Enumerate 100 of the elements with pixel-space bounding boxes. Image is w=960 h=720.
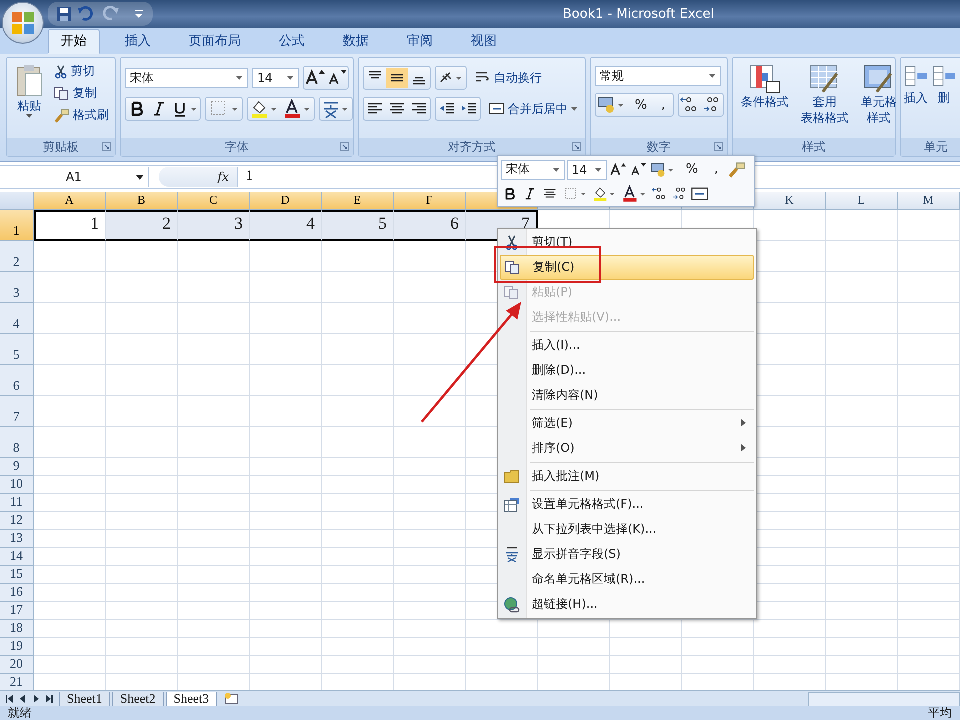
row-header[interactable]: 5: [0, 334, 34, 365]
column-header[interactable]: A: [34, 192, 106, 210]
ribbon-tab[interactable]: 公式: [266, 29, 318, 54]
grid-cell: [106, 602, 178, 620]
row-header[interactable]: 13: [0, 530, 34, 548]
grid-cell: [322, 530, 394, 548]
grid-cell: [178, 494, 250, 512]
styles-button[interactable]: 条件格式: [737, 62, 793, 138]
save-icon[interactable]: [56, 6, 72, 22]
column-header[interactable]: L: [826, 192, 898, 210]
horizontal-scrollbar[interactable]: [808, 692, 960, 706]
row-header[interactable]: 7: [0, 396, 34, 427]
column-header[interactable]: F: [394, 192, 466, 210]
grid-cell: [322, 620, 394, 638]
ribbon-tab[interactable]: 插入: [112, 29, 164, 54]
office-button[interactable]: [2, 2, 44, 44]
cells-button[interactable]: 删: [931, 62, 957, 138]
row-header[interactable]: 10: [0, 476, 34, 494]
wrap-text-button[interactable]: 自动换行: [473, 68, 544, 88]
menu-item[interactable]: 筛选(E): [500, 411, 754, 436]
ribbon-tab[interactable]: 开始: [48, 29, 100, 54]
row-header[interactable]: 3: [0, 272, 34, 303]
cut-button[interactable]: 剪切: [52, 62, 111, 81]
column-header[interactable]: K: [754, 192, 826, 210]
copy-button[interactable]: 复制: [52, 84, 111, 103]
format-painter-button[interactable]: 格式刷: [52, 106, 111, 125]
menu-item[interactable]: 删除(D)...: [500, 358, 754, 383]
grid-cell: [898, 548, 960, 566]
grid-cell: [538, 638, 610, 656]
font-name-dropdown[interactable]: 宋体: [125, 68, 248, 88]
comma-button[interactable]: ,: [707, 162, 726, 177]
percent-button[interactable]: %: [628, 98, 654, 112]
styles-button[interactable]: 套用 表格格式: [797, 62, 853, 138]
caret-icon: [571, 107, 578, 111]
row-header[interactable]: 17: [0, 602, 34, 620]
sheet-tab[interactable]: Sheet1: [59, 692, 110, 706]
row-header[interactable]: 18: [0, 620, 34, 638]
dialog-launcher-icon[interactable]: [572, 142, 581, 151]
font-size-dropdown[interactable]: 14: [252, 68, 299, 88]
font-size-dropdown[interactable]: 14: [567, 160, 607, 180]
sheet-tab[interactable]: Sheet3: [166, 692, 218, 706]
format-cells-icon: [504, 496, 520, 512]
first-sheet-icon[interactable]: [4, 694, 16, 704]
row-header[interactable]: 19: [0, 638, 34, 656]
ribbon-tab[interactable]: 视图: [458, 29, 510, 54]
column-header[interactable]: D: [250, 192, 322, 210]
menu-item[interactable]: 清除内容(N): [500, 383, 754, 408]
percent-button[interactable]: %: [679, 162, 706, 177]
menu-item[interactable]: 复制(C): [500, 255, 754, 280]
align-middle-icon[interactable]: [386, 68, 408, 88]
comma-button[interactable]: ,: [654, 98, 672, 112]
ribbon-tab[interactable]: 审阅: [394, 29, 446, 54]
row-header[interactable]: 8: [0, 427, 34, 458]
menu-item[interactable]: 从下拉列表中选择(K)...: [500, 517, 754, 542]
font-name-dropdown[interactable]: 宋体: [501, 160, 565, 180]
grid-cell: [106, 427, 178, 458]
menu-item[interactable]: 超链接(H)...: [500, 592, 754, 617]
cells-button[interactable]: 插入: [903, 62, 929, 138]
row-header[interactable]: 1: [0, 210, 34, 241]
row-header[interactable]: 15: [0, 566, 34, 584]
menu-item[interactable]: 显示拼音字段(S): [500, 542, 754, 567]
row-header[interactable]: 4: [0, 303, 34, 334]
menu-item[interactable]: 插入(I)...: [500, 333, 754, 358]
format-painter-icon[interactable]: [728, 160, 746, 178]
number-format-dropdown[interactable]: 常规: [595, 66, 721, 86]
merge-center-button[interactable]: 合并后居中: [487, 100, 580, 118]
last-sheet-icon[interactable]: [43, 694, 55, 704]
column-header[interactable]: M: [898, 192, 960, 210]
name-box[interactable]: A1: [0, 167, 149, 187]
menu-item[interactable]: 排序(O): [500, 436, 754, 461]
row-header[interactable]: 2: [0, 241, 34, 272]
grid-cell: [826, 241, 898, 272]
caret-icon[interactable]: [136, 175, 144, 180]
row-header[interactable]: 9: [0, 458, 34, 476]
menu-item[interactable]: 命名单元格区域(R)...: [500, 567, 754, 592]
paste-button[interactable]: 粘贴: [11, 62, 48, 138]
menu-item[interactable]: 插入批注(M): [500, 464, 754, 489]
row-header[interactable]: 16: [0, 584, 34, 602]
row-header[interactable]: 12: [0, 512, 34, 530]
sheet-tab[interactable]: Sheet2: [112, 692, 164, 706]
dialog-launcher-icon[interactable]: [714, 142, 723, 151]
grid-cell: [898, 241, 960, 272]
folder-icon: [504, 470, 520, 484]
dialog-launcher-icon[interactable]: [340, 142, 349, 151]
column-header[interactable]: B: [106, 192, 178, 210]
dialog-launcher-icon[interactable]: [102, 142, 111, 151]
grid-cell: [826, 494, 898, 512]
column-header[interactable]: C: [178, 192, 250, 210]
grid-cell: [610, 638, 682, 656]
ribbon-tab[interactable]: 数据: [330, 29, 382, 54]
menu-item[interactable]: 设置单元格格式(F)...: [500, 492, 754, 517]
row-header[interactable]: 11: [0, 494, 34, 512]
row-header[interactable]: 6: [0, 365, 34, 396]
paste-icon: [504, 286, 520, 300]
row-header[interactable]: 20: [0, 656, 34, 674]
grid-cell: [754, 620, 826, 638]
grid-cell: [538, 620, 610, 638]
column-header[interactable]: E: [322, 192, 394, 210]
ribbon-tab[interactable]: 页面布局: [176, 29, 254, 54]
row-header[interactable]: 14: [0, 548, 34, 566]
